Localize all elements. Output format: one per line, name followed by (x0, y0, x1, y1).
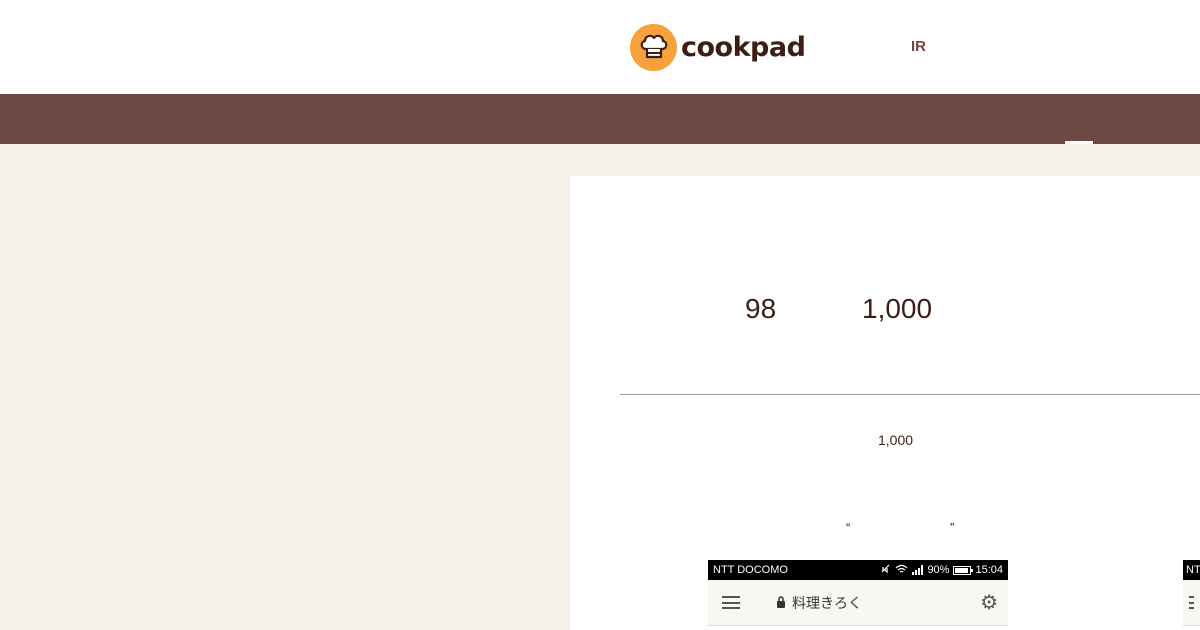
main-nav-bar (0, 94, 1200, 144)
logo-wordmark: cookpad (681, 31, 806, 63)
status-time: 15:04 (975, 564, 1003, 576)
stat-value-caption: 1,000 (878, 432, 914, 448)
site-header: cookpad IR (0, 0, 1200, 94)
stat-value-primary: 98 (745, 293, 777, 324)
cookpad-logo[interactable]: cookpad (630, 23, 806, 71)
phone-screenshot: NTT DOCOMO 90% 15:04 料理きろく ⚙ (708, 560, 1008, 630)
phone-status-bar: NT (1183, 560, 1200, 580)
menu-icon (1189, 596, 1194, 609)
stat-value-secondary: 1,000 (862, 293, 933, 324)
carrier-label: NTT DOCOMO (713, 564, 788, 576)
carrier-label: NT (1186, 564, 1200, 576)
signal-icon (912, 565, 924, 575)
section-divider (620, 394, 1200, 395)
lock-icon (776, 595, 786, 611)
menu-icon[interactable] (722, 596, 740, 609)
battery-percent: 90% (927, 564, 950, 576)
quote-close-mark: ” (950, 520, 955, 535)
phone-app-bar (1183, 580, 1200, 626)
wifi-icon (895, 564, 908, 577)
nav-link-ir[interactable]: IR (911, 38, 926, 55)
chef-hat-icon (630, 23, 677, 71)
app-title: 料理きろく (792, 594, 862, 611)
phone-screenshot-secondary: NT (1183, 560, 1200, 630)
nav-active-indicator (1065, 141, 1093, 144)
battery-icon (953, 565, 974, 575)
mute-icon (880, 563, 891, 577)
quote-open-mark: “ (846, 520, 851, 535)
gear-icon[interactable]: ⚙ (980, 590, 998, 615)
content-card: 98 1,000 1,000 “ ” NTT DOCOMO 90% 15:04 (570, 176, 1200, 630)
phone-app-bar: 料理きろく ⚙ (708, 580, 1008, 626)
phone-status-bar: NTT DOCOMO 90% 15:04 (708, 560, 1008, 580)
